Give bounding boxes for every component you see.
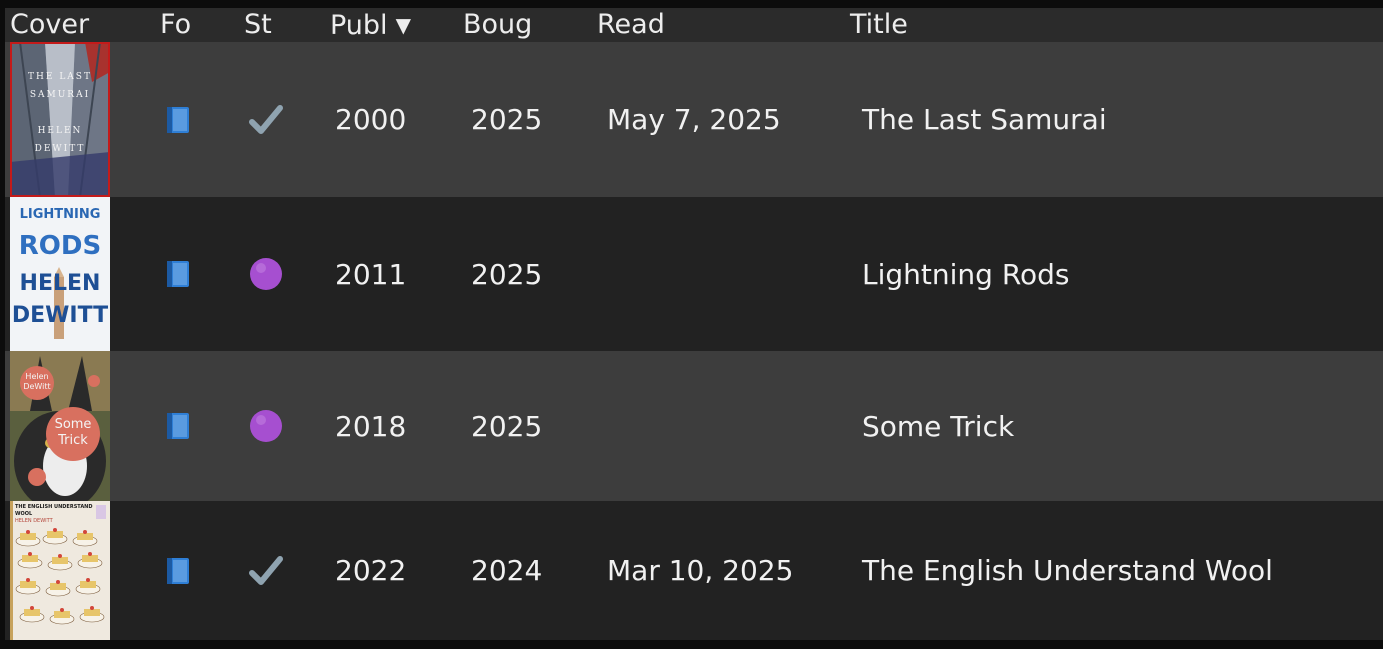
bought-year: 2025	[471, 257, 543, 291]
cover-text-line: WOOL	[15, 511, 33, 517]
cover-text-line: THE LAST	[28, 72, 92, 82]
column-header-cover[interactable]: Cover	[10, 8, 89, 42]
cover-text-line: Some	[54, 417, 92, 432]
published-year: 2011	[335, 257, 407, 291]
table-header: Cover Fo St Publ ▼ Boug Read Title	[5, 8, 1383, 42]
read-date: Mar 10, 2025	[607, 554, 794, 587]
cover-image-last-samurai	[10, 42, 110, 197]
blue-book-icon	[163, 501, 193, 640]
purple-circle-icon	[248, 197, 284, 351]
bottom-edge	[0, 640, 1383, 649]
cover-text-line: DeWitt	[23, 382, 51, 391]
blue-book-icon	[163, 197, 193, 351]
published-year: 2000	[335, 103, 407, 136]
cover-text-line: RODS	[18, 231, 102, 261]
published-year: 2022	[335, 554, 407, 587]
read-date: May 7, 2025	[607, 103, 781, 136]
cover-text-line: DEWITT	[11, 303, 109, 328]
sort-descending-icon: ▼	[395, 13, 411, 37]
cover-text-line: SAMURAI	[29, 90, 91, 100]
bought-year: 2025	[471, 409, 543, 443]
book-title: The Last Samurai	[862, 103, 1107, 136]
blue-book-icon	[163, 351, 193, 501]
book-title: The English Understand Wool	[862, 554, 1273, 587]
cover-thumbnail[interactable]: Helen DeWitt Some Trick	[10, 351, 110, 501]
cover-text-line: LIGHTNING	[19, 207, 101, 222]
published-year: 2018	[335, 409, 407, 443]
column-header-format[interactable]: Fo	[160, 8, 191, 42]
check-mark-icon	[248, 42, 284, 197]
column-header-status[interactable]: St	[244, 8, 272, 42]
column-header-bought[interactable]: Boug	[463, 8, 532, 42]
book-table: Cover Fo St Publ ▼ Boug Read Title THE LA…	[5, 8, 1383, 640]
cover-text-line: HELEN	[19, 271, 101, 296]
cover-thumbnail[interactable]: THE ENGLISH UNDERSTAND WOOL HELEN DEWITT	[10, 501, 110, 640]
column-header-read[interactable]: Read	[597, 8, 665, 42]
table-row[interactable]: LIGHTNING RODS HELEN DEWITT 2011 2025 Li…	[5, 197, 1383, 351]
cover-text-line: HELEN DEWITT	[15, 518, 53, 524]
table-row[interactable]: THE LAST SAMURAI HELEN DEWITT 2000 2025 …	[5, 42, 1383, 197]
cover-text-line: Trick	[58, 433, 88, 448]
bought-year: 2025	[471, 103, 543, 136]
check-mark-icon	[248, 501, 284, 640]
book-title: Lightning Rods	[862, 257, 1070, 291]
purple-circle-icon	[248, 351, 284, 501]
cover-thumbnail[interactable]: THE LAST SAMURAI HELEN DEWITT	[10, 42, 110, 197]
cover-text-line: HELEN	[37, 126, 83, 136]
column-header-published-label: Publ	[330, 10, 388, 41]
cover-thumbnail[interactable]: LIGHTNING RODS HELEN DEWITT	[10, 197, 110, 351]
book-title: Some Trick	[862, 409, 1015, 443]
column-header-title[interactable]: Title	[850, 8, 908, 42]
cover-text-line: Helen	[25, 372, 49, 381]
cover-text-line: THE ENGLISH UNDERSTAND	[15, 504, 93, 510]
table-row[interactable]: Helen DeWitt Some Trick 2018 2025 Some T…	[5, 351, 1383, 501]
table-row[interactable]: THE ENGLISH UNDERSTAND WOOL HELEN DEWITT…	[5, 501, 1383, 640]
bought-year: 2024	[471, 554, 543, 587]
cover-text-line: DEWITT	[34, 144, 86, 154]
blue-book-icon	[163, 42, 193, 197]
column-header-published[interactable]: Publ ▼	[330, 8, 411, 42]
